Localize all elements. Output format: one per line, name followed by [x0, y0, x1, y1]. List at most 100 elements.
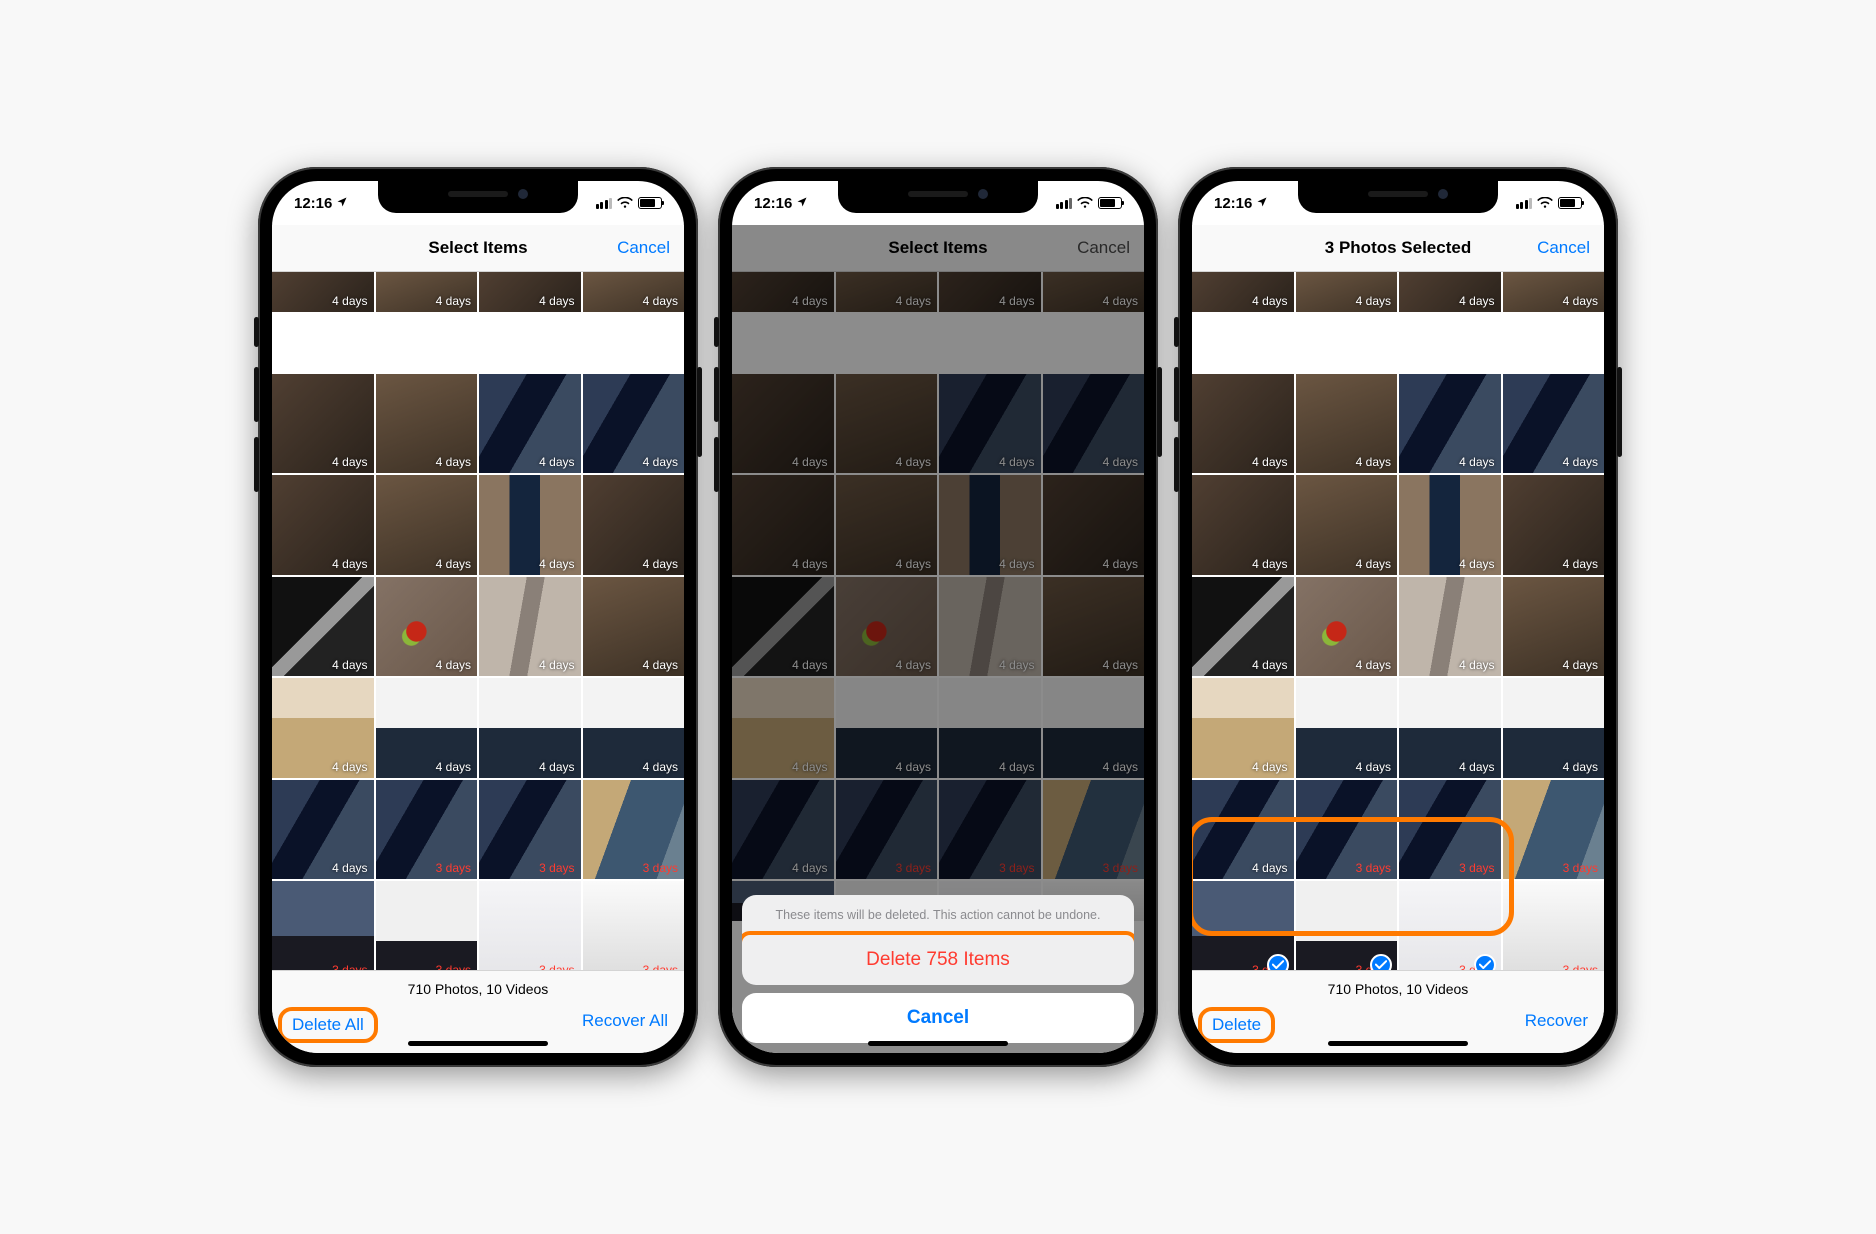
photo-thumb[interactable]: 4 days	[1192, 678, 1294, 778]
location-icon	[336, 195, 348, 212]
photo-thumb[interactable]: 4 days	[1399, 374, 1501, 474]
photo-thumb[interactable]: 4 days	[376, 577, 478, 677]
photo-thumb[interactable]: 3 days	[1296, 780, 1398, 880]
photo-thumb[interactable]: 4 days	[1296, 374, 1398, 474]
photo-thumb[interactable]: 4 days	[272, 577, 374, 677]
photo-thumb[interactable]: 4 days	[272, 374, 374, 474]
recover-all-button[interactable]: Recover All	[582, 1011, 668, 1039]
photo-thumb[interactable]: 3 days	[583, 780, 685, 880]
photo-thumb: 4 days	[836, 577, 938, 677]
photo-thumb: 3 days	[939, 780, 1041, 880]
nav-title: Select Items	[888, 238, 987, 258]
photo-thumb[interactable]: 3 days	[479, 881, 581, 970]
checkmark-icon	[1267, 954, 1289, 971]
cancel-button[interactable]: Cancel	[617, 238, 670, 258]
photo-thumb[interactable]: 4 days	[1192, 780, 1294, 880]
photo-thumb: 4 days	[1043, 475, 1145, 575]
recover-button[interactable]: Recover	[1525, 1011, 1588, 1039]
photo-thumb[interactable]: 4 days	[1503, 577, 1605, 677]
photo-thumb[interactable]: 4 days	[479, 374, 581, 474]
photo-thumb[interactable]: 4 days	[1399, 272, 1501, 312]
battery-icon	[1098, 197, 1122, 209]
photo-thumb-selected[interactable]: 3 days	[1192, 881, 1294, 970]
photo-thumb[interactable]: 4 days	[479, 577, 581, 677]
photo-thumb[interactable]: 3 days	[1399, 780, 1501, 880]
photo-thumb[interactable]: 4 days	[1192, 374, 1294, 474]
photo-thumb[interactable]: 4 days	[583, 374, 685, 474]
photo-thumb[interactable]: 3 days	[376, 881, 478, 970]
photo-thumb[interactable]: 4 days	[1192, 272, 1294, 312]
photo-thumb[interactable]: 4 days	[272, 475, 374, 575]
photo-thumb[interactable]: 3 days	[272, 881, 374, 970]
photo-thumb-selected[interactable]: 3 days	[1399, 881, 1501, 970]
photo-thumb[interactable]: 4 days	[376, 374, 478, 474]
photo-thumb[interactable]: 4 days	[1399, 577, 1501, 677]
cellular-signal-icon	[1516, 198, 1533, 209]
photo-thumb: 4 days	[939, 577, 1041, 677]
photo-thumb[interactable]: 4 days	[583, 577, 685, 677]
photo-thumb[interactable]: 4 days	[1399, 475, 1501, 575]
photo-thumb[interactable]: 4 days	[272, 272, 374, 312]
photo-thumb[interactable]: 4 days	[1296, 577, 1398, 677]
delete-items-button[interactable]: Delete 758 Items	[742, 935, 1134, 985]
home-indicator[interactable]	[1328, 1041, 1468, 1046]
photo-grid[interactable]: 4 days 4 days 4 days 4 days 4 days 4 day…	[1192, 272, 1604, 970]
photo-thumb[interactable]: 4 days	[376, 678, 478, 778]
nav-bar: Select Items Cancel	[732, 225, 1144, 272]
photo-grid[interactable]: 4 days 4 days 4 days 4 days 4 days 4 day…	[272, 272, 684, 970]
photo-thumb: 4 days	[732, 475, 834, 575]
cancel-button: Cancel	[1077, 238, 1130, 258]
photo-thumb[interactable]: 3 days	[583, 881, 685, 970]
photo-thumb[interactable]: 4 days	[376, 272, 478, 312]
nav-title: Select Items	[428, 238, 527, 258]
photo-thumb[interactable]: 3 days	[1503, 881, 1605, 970]
photo-thumb[interactable]: 4 days	[376, 475, 478, 575]
photo-thumb[interactable]: 4 days	[1192, 475, 1294, 575]
photo-thumb: 4 days	[836, 374, 938, 474]
photo-thumb[interactable]: 4 days	[272, 780, 374, 880]
photo-thumb[interactable]: 4 days	[479, 475, 581, 575]
photo-thumb: 4 days	[732, 678, 834, 778]
photo-thumb: 4 days	[1043, 374, 1145, 474]
photo-thumb: 4 days	[836, 475, 938, 575]
photo-thumb[interactable]: 4 days	[1296, 678, 1398, 778]
status-time: 12:16	[294, 195, 332, 212]
screen-3: 12:16 3 Photos Selected Cancel 4 days 4 …	[1192, 181, 1604, 1053]
photo-thumb[interactable]: 3 days	[376, 780, 478, 880]
sheet-cancel-button[interactable]: Cancel	[742, 993, 1134, 1043]
screen-2: 12:16 Select Items Cancel 4 days 4 days …	[732, 181, 1144, 1053]
phone-frame-1: 12:16 Select Items Cancel 4 days 4 days …	[258, 167, 698, 1067]
notch	[378, 181, 578, 213]
photo-thumb[interactable]: 4 days	[583, 475, 685, 575]
photo-thumb: 4 days	[732, 374, 834, 474]
photo-thumb[interactable]: 4 days	[1296, 475, 1398, 575]
photo-thumb[interactable]: 4 days	[1296, 272, 1398, 312]
photo-thumb: 3 days	[836, 780, 938, 880]
delete-button[interactable]: Delete	[1198, 1007, 1275, 1043]
photo-thumb[interactable]: 4 days	[1503, 374, 1605, 474]
photo-thumb[interactable]: 4 days	[1192, 577, 1294, 677]
photo-thumb[interactable]: 4 days	[1503, 272, 1605, 312]
photo-thumb[interactable]: 3 days	[1503, 780, 1605, 880]
photo-thumb[interactable]: 4 days	[479, 272, 581, 312]
delete-all-button[interactable]: Delete All	[278, 1007, 378, 1043]
cancel-button[interactable]: Cancel	[1537, 238, 1590, 258]
photo-thumb: 4 days	[939, 374, 1041, 474]
cellular-signal-icon	[596, 198, 613, 209]
photo-thumb[interactable]: 4 days	[272, 678, 374, 778]
home-indicator[interactable]	[868, 1041, 1008, 1046]
photo-thumb[interactable]: 4 days	[1503, 475, 1605, 575]
photo-thumb: 4 days	[1043, 272, 1145, 312]
photo-thumb[interactable]: 4 days	[1503, 678, 1605, 778]
photo-thumb[interactable]: 3 days	[479, 780, 581, 880]
home-indicator[interactable]	[408, 1041, 548, 1046]
checkmark-icon	[1474, 954, 1496, 971]
cellular-signal-icon	[1056, 198, 1073, 209]
photo-thumb-selected[interactable]: 3 days	[1296, 881, 1398, 970]
photo-thumb[interactable]: 4 days	[583, 678, 685, 778]
photo-thumb: 4 days	[836, 272, 938, 312]
battery-icon	[1558, 197, 1582, 209]
photo-thumb[interactable]: 4 days	[479, 678, 581, 778]
photo-thumb[interactable]: 4 days	[1399, 678, 1501, 778]
photo-thumb[interactable]: 4 days	[583, 272, 685, 312]
